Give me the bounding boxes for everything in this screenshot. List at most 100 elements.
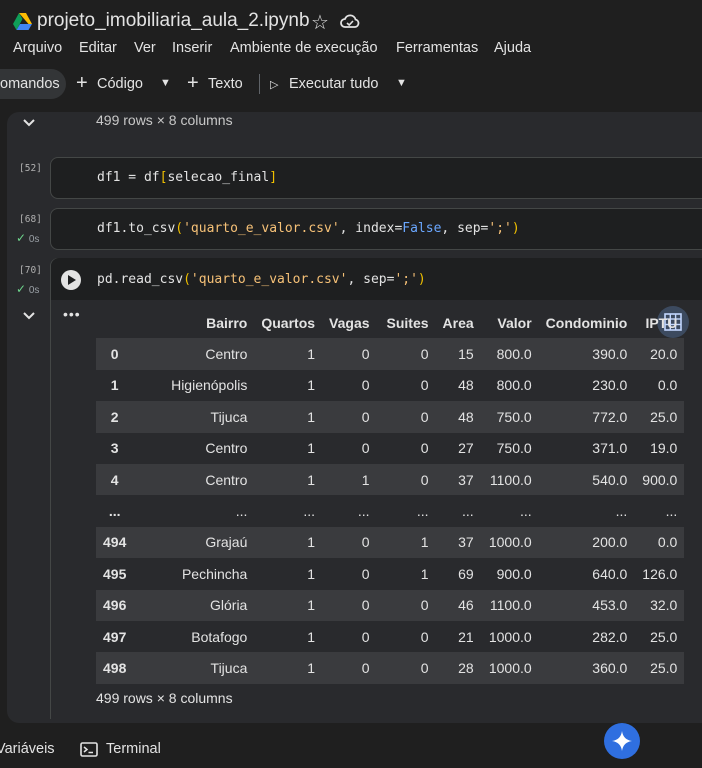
table-cell: 1	[254, 463, 323, 496]
table-cell: 27	[435, 432, 481, 464]
notebook-title[interactable]: projeto_imobiliaria_aula_2.ipynb	[37, 10, 310, 32]
menu-inserir[interactable]: Inserir	[172, 40, 212, 56]
table-cell: ...	[376, 495, 436, 527]
table-cell: ...	[480, 495, 539, 527]
table-cell: 20.0	[634, 338, 685, 370]
table-cell: 1	[376, 558, 436, 590]
cell-exec-count: [68]	[19, 214, 42, 225]
table-cell: 200.0	[538, 526, 635, 559]
chevron-down-icon[interactable]: ▼	[160, 77, 171, 89]
table-cell: 69	[435, 558, 481, 590]
cell-code[interactable]: df1 = df[selecao_final]	[97, 170, 277, 185]
table-cell: 19.0	[634, 432, 685, 464]
code-token: pd.read_csv	[97, 272, 184, 287]
table-cell: 0.0	[634, 369, 685, 402]
check-icon: ✓	[16, 282, 27, 296]
chevron-down-icon[interactable]: ▼	[396, 77, 407, 89]
output-actions-icon[interactable]: •••	[63, 306, 81, 322]
table-cell: 1	[254, 652, 323, 684]
code-token: 'quarto_e_valor.csv'	[183, 221, 340, 236]
table-row: 4 Centro 1 1 0 37 1100.0 540.0 900.0	[96, 463, 685, 496]
chevron-down-icon[interactable]	[22, 118, 36, 128]
menu-editar[interactable]: Editar	[79, 40, 117, 56]
table-cell: 0	[322, 401, 377, 433]
chevron-down-icon[interactable]	[22, 311, 36, 321]
plus-icon: +	[187, 72, 199, 94]
table-cell: ...	[322, 495, 377, 527]
gemini-button[interactable]	[604, 723, 640, 759]
row-index-cell: ...	[96, 495, 134, 527]
row-index-cell: 0	[96, 338, 134, 370]
menu-ver[interactable]: Ver	[134, 40, 156, 56]
menu-ferramentas[interactable]: Ferramentas	[396, 40, 478, 56]
cell-duration: 0s	[28, 285, 40, 296]
menu-ambiente[interactable]: Ambiente de execução	[230, 40, 378, 56]
table-cell: 230.0	[538, 369, 635, 402]
add-code-button[interactable]: Código	[97, 76, 143, 92]
table-cell: Higienópolis	[133, 369, 255, 402]
table-cell: Tijuca	[133, 401, 255, 433]
cloud-saved-icon[interactable]	[340, 13, 360, 29]
table-cell: 900.0	[634, 463, 685, 496]
commands-label: omandos	[0, 76, 60, 92]
menu-ajuda[interactable]: Ajuda	[494, 40, 531, 56]
code-token: ';'	[488, 221, 512, 236]
cell-code[interactable]: df1.to_csv('quarto_e_valor.csv', index=F…	[97, 221, 520, 236]
table-cell: 46	[435, 589, 481, 621]
code-token: 'quarto_e_valor.csv'	[190, 272, 348, 287]
code-token: )	[417, 272, 426, 287]
output-shape: 499 rows × 8 columns	[96, 690, 233, 706]
table-cell: 772.0	[538, 401, 635, 433]
table-cell: Centro	[133, 463, 255, 496]
menu-arquivo[interactable]: Arquivo	[13, 40, 62, 56]
table-cell: 0	[376, 401, 436, 433]
table-cell: Centro	[133, 432, 255, 464]
table-cell: 1000.0	[480, 620, 539, 653]
cell-status: ✓ 0s	[16, 282, 39, 296]
code-token: df1.to_csv	[97, 221, 176, 236]
table-cell: 1	[322, 463, 377, 496]
terminal-button[interactable]: Terminal	[106, 741, 161, 757]
table-cell: 800.0	[480, 369, 539, 402]
code-token: (	[183, 272, 191, 287]
column-header: Quartos	[261, 314, 316, 331]
table-cell: 540.0	[538, 463, 635, 496]
table-cell: 640.0	[538, 558, 635, 590]
code-token: df1 = df	[97, 170, 160, 185]
menu-bar: Arquivo Editar Ver Inserir Ambiente de e…	[0, 40, 702, 62]
table-cell: 0	[376, 338, 436, 370]
table-cell: 21	[435, 620, 481, 653]
cell-code[interactable]: pd.read_csv('quarto_e_valor.csv', sep=';…	[97, 272, 426, 287]
table-cell: ...	[435, 495, 481, 527]
table-cell: 750.0	[480, 432, 539, 464]
table-header-row: Bairro Quartos Vagas Suites Area Valor C…	[96, 307, 684, 338]
column-header	[96, 307, 133, 338]
table-cell: 1	[254, 338, 323, 370]
table-cell: 1	[376, 526, 436, 559]
table-cell: 1100.0	[480, 463, 539, 496]
table-cell: 25.0	[634, 620, 685, 653]
table-cell: 800.0	[480, 338, 539, 370]
column-header: Valor	[497, 314, 532, 331]
code-token: , sep=	[441, 221, 489, 236]
table-cell: 1	[254, 620, 323, 653]
run-all-button[interactable]: Executar tudo	[289, 76, 378, 92]
column-header: Suites	[386, 314, 429, 331]
variables-button[interactable]: Variáveis	[0, 741, 55, 757]
table-cell: 0	[322, 338, 377, 370]
star-icon[interactable]: ☆	[311, 10, 329, 35]
table-cell: Pechincha	[133, 558, 255, 590]
code-token: , sep=	[347, 272, 395, 287]
table-cell: 1	[254, 432, 323, 464]
sparkle-icon	[612, 731, 632, 751]
table-cell: Tijuca	[133, 652, 255, 684]
cell-status: ✓ 0s	[16, 231, 39, 245]
table-cell: 1	[254, 526, 323, 559]
table-cell: 28	[435, 652, 481, 684]
run-cell-button[interactable]	[61, 270, 81, 290]
table-cell: 1000.0	[480, 526, 539, 559]
row-index-cell: 496	[96, 589, 134, 621]
add-text-button[interactable]: Texto	[208, 76, 243, 92]
table-cell: 371.0	[538, 432, 635, 464]
table-cell: 0	[322, 589, 377, 621]
